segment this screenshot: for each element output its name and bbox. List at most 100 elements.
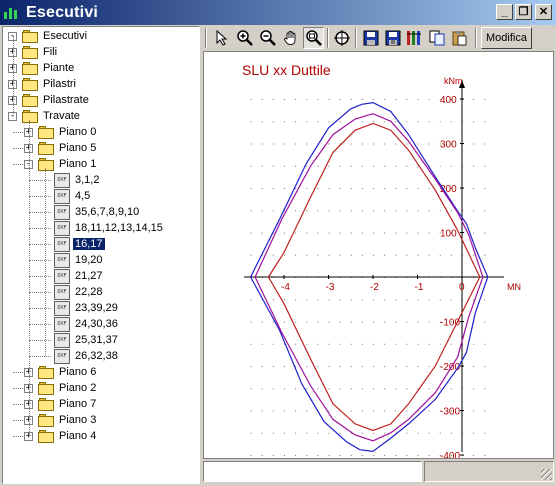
grid-dot [395, 388, 397, 390]
grid-dot [373, 321, 374, 323]
dxf-file-icon: DXF [54, 284, 70, 300]
grid-dot [417, 366, 419, 367]
pointer-icon[interactable] [211, 27, 232, 49]
tree-file-item[interactable]: DXF 21,27 [54, 268, 105, 284]
dxf-file-icon: DXF [54, 204, 70, 220]
grid-dot [373, 254, 374, 256]
grid-dot [306, 410, 308, 412]
folder-icon [38, 365, 54, 379]
tree-piano-3[interactable]: Piano 3 [38, 412, 98, 428]
save-icon[interactable] [360, 27, 381, 49]
close-button[interactable]: ✕ [535, 4, 552, 20]
grid-dot [328, 232, 330, 234]
grid-dot [339, 210, 341, 212]
save-as-icon[interactable] [382, 27, 403, 49]
tree-piano-4[interactable]: Piano 4 [38, 428, 98, 444]
grid-dot [350, 188, 352, 189]
tree-folder-travate[interactable]: Travate [22, 108, 82, 124]
minimize-button[interactable]: _ [496, 4, 513, 20]
grid-dot [272, 188, 274, 189]
grid-dot [306, 321, 308, 323]
modifica-button[interactable]: Modifica [481, 27, 532, 49]
x-tick-label: -1 [415, 282, 424, 293]
grid-dot [428, 321, 430, 323]
grid-dot [272, 210, 274, 212]
grid-dot [272, 321, 274, 323]
tree-file-item[interactable]: DXF 16,17 [54, 236, 105, 252]
grid-dot [428, 432, 430, 434]
grid-dot [484, 188, 486, 189]
tree-file-item[interactable]: DXF 23,39,29 [54, 300, 120, 316]
grid-dot [450, 388, 452, 390]
grid-dot [284, 321, 285, 323]
tree-piano-5[interactable]: Piano 5 [38, 140, 98, 156]
grid-dot [306, 143, 308, 145]
tree-root[interactable]: Esecutivi [22, 28, 89, 44]
maximize-button[interactable]: ❐ [515, 4, 532, 20]
grid-dot [306, 299, 308, 301]
grid-dot [406, 343, 408, 345]
folder-icon [38, 397, 54, 411]
grid-dot [317, 99, 319, 100]
grid-dot [417, 343, 419, 345]
tree-folder-pilastrate[interactable]: Pilastrate [22, 92, 91, 108]
grid-dot [284, 388, 285, 390]
grid-dot [339, 99, 341, 100]
tree-file-item[interactable]: DXF 3,1,2 [54, 172, 101, 188]
tree-piano-6[interactable]: Piano 6 [38, 364, 98, 380]
tree-item-label: 23,39,29 [75, 302, 118, 314]
grid-dot [361, 343, 363, 345]
tree-item-label: 25,31,37 [75, 334, 118, 346]
tools-icon[interactable] [404, 27, 425, 49]
tree-file-item[interactable]: DXF 25,31,37 [54, 332, 120, 348]
copy-icon[interactable] [426, 27, 447, 49]
resize-grip[interactable] [541, 469, 552, 480]
tree-folder-fili[interactable]: Fili [22, 44, 59, 60]
status-field [203, 461, 422, 482]
grid-dot [328, 432, 330, 434]
tree-piano-1[interactable]: Piano 1 [38, 156, 98, 172]
grid-dot [417, 321, 419, 323]
interaction-diagram[interactable]: -4 -3 -2 -1 0 400 300 200 100 -100 -200 -300 -400 kNm… [203, 51, 554, 459]
grid-dot [328, 455, 330, 456]
grid-dot [317, 455, 319, 456]
grid-dot [261, 232, 263, 234]
dxf-file-icon: DXF [54, 236, 70, 252]
y-tick-label: 300 [440, 140, 457, 151]
grid-dot [317, 321, 319, 323]
tree-file-item[interactable]: DXF 26,32,38 [54, 348, 120, 364]
folder-icon [38, 429, 54, 443]
zoom-out-icon[interactable] [257, 27, 278, 49]
pan-hand-icon[interactable] [280, 27, 301, 49]
grid-dot [450, 210, 452, 212]
grid-dot [361, 432, 363, 434]
tree-file-item[interactable]: DXF 18,11,12,13,14,15 [54, 220, 165, 236]
zoom-in-icon[interactable] [234, 27, 255, 49]
zoom-window-icon[interactable] [331, 27, 352, 49]
grid-dot [284, 254, 285, 256]
tree-item-label: Pilastrate [43, 94, 89, 106]
grid-dot [406, 121, 408, 123]
grid-dot [350, 99, 352, 100]
tree-item-label: Esecutivi [43, 30, 88, 42]
tree-file-item[interactable]: DXF 19,20 [54, 252, 105, 268]
tree-file-item[interactable]: DXF 35,6,7,8,9,10 [54, 204, 141, 220]
tree-piano-2[interactable]: Piano 2 [38, 380, 98, 396]
tree-folder-piante[interactable]: Piante [22, 60, 76, 76]
paste-icon[interactable] [448, 27, 469, 49]
tree-piano-0[interactable]: Piano 0 [38, 124, 98, 140]
grid-dot [406, 455, 408, 456]
tree-file-item[interactable]: DXF 22,28 [54, 284, 105, 300]
tree-item-label: 4,5 [75, 190, 91, 202]
grid-dot [272, 343, 274, 345]
tree-file-item[interactable]: DXF 4,5 [54, 188, 92, 204]
tree-folder-pilastri[interactable]: Pilastri [22, 76, 78, 92]
tree-item-label: 3,1,2 [75, 174, 100, 186]
zoom-fit-icon[interactable] [303, 27, 324, 49]
grid-dot [361, 366, 363, 367]
tree-piano-7[interactable]: Piano 7 [38, 396, 98, 412]
app-icon [4, 7, 22, 19]
grid-dot [395, 254, 397, 256]
project-tree[interactable]: - Esecutivi + Fili + Piante + Pilastri + Pilastra… [2, 26, 200, 484]
tree-file-item[interactable]: DXF 24,30,36 [54, 316, 120, 332]
